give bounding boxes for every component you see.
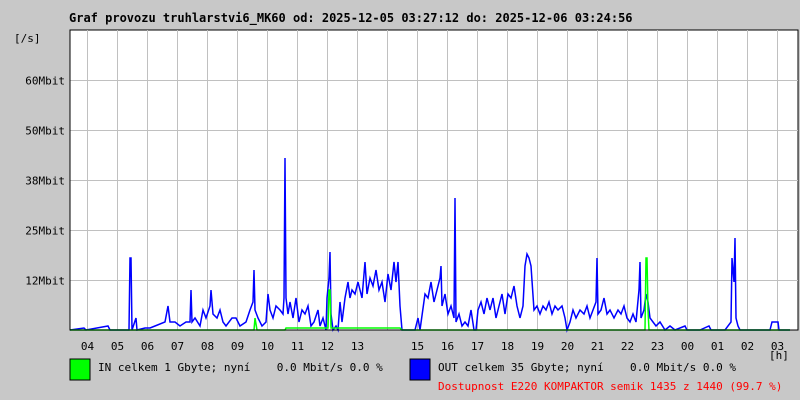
x-tick-label: 09: [231, 340, 244, 353]
x-tick-labels: 04 05 06 07 08 09 10 11 12 13 15 16 17 18 19 20 21 22 23 00…: [81, 340, 784, 353]
x-tick-label: 11: [291, 340, 304, 353]
y-tick-label: 38Mbit: [25, 175, 65, 188]
y-tick-label: 60Mbit: [25, 75, 65, 88]
y-tick-label: 25Mbit: [25, 225, 65, 238]
legend-in-text: IN celkem 1 Gbyte; nyní 0.0 Mbit/s 0.0 %: [98, 361, 383, 374]
x-tick-label: 17: [471, 340, 484, 353]
legend-out-text: OUT celkem 35 Gbyte; nyní 0.0 Mbit/s 0.0…: [438, 361, 736, 374]
x-tick-label: 21: [591, 340, 604, 353]
traffic-chart: Graf provozu truhlarstvi6_MK60 od: 2025-…: [14, 11, 799, 393]
x-tick-label: 02: [741, 340, 754, 353]
x-tick-label: 19: [531, 340, 544, 353]
y-tick-label: 12Mbit: [25, 275, 65, 288]
x-tick-label: 18: [501, 340, 514, 353]
x-tick-label: 15: [411, 340, 424, 353]
legend-in-swatch: [69, 358, 91, 381]
legend-out-swatch: [409, 358, 431, 381]
y-axis-unit: [/s]: [14, 32, 41, 45]
x-tick-label: 07: [171, 340, 184, 353]
x-tick-label: 06: [141, 340, 154, 353]
x-tick-label: 22: [621, 340, 634, 353]
x-tick-label: 10: [261, 340, 274, 353]
y-tick-labels: 12Mbit 25Mbit 38Mbit 50Mbit 60Mbit: [25, 75, 65, 288]
x-axis-unit: [h]: [769, 349, 789, 362]
x-tick-label: 08: [201, 340, 214, 353]
x-tick-label: 01: [711, 340, 724, 353]
x-tick-label: 05: [111, 340, 124, 353]
x-tick-label: 00: [681, 340, 694, 353]
x-tick-label: 13: [351, 340, 364, 353]
x-tick-label: 23: [651, 340, 664, 353]
y-tick-label: 50Mbit: [25, 125, 65, 138]
x-tick-label: 16: [441, 340, 454, 353]
x-tick-label: 04: [81, 340, 95, 353]
x-tick-label: 20: [561, 340, 574, 353]
availability-text: Dostupnost E220 KOMPAKTOR semik 1435 z 1…: [438, 380, 782, 393]
chart-title: Graf provozu truhlarstvi6_MK60 od: 2025-…: [69, 11, 633, 26]
x-tick-label: 12: [321, 340, 334, 353]
